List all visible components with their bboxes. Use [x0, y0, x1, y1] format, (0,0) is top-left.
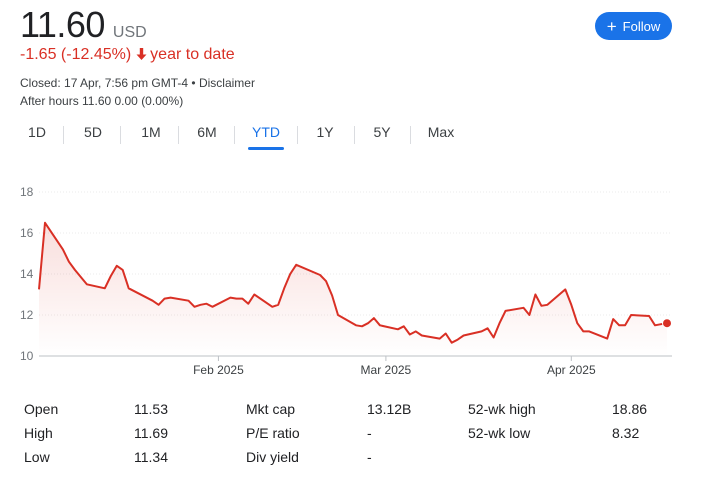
- change-period: year to date: [150, 46, 235, 63]
- x-axis-ticks: Feb 2025 Mar 2025 Apr 2025: [193, 356, 596, 377]
- tab-5d[interactable]: 5D: [83, 124, 103, 152]
- x-tick-label: Apr 2025: [547, 363, 596, 377]
- arrow-down-icon: [136, 47, 147, 63]
- y-tick-label: 12: [20, 308, 34, 322]
- stat-value-high: 11.69: [134, 425, 168, 441]
- tab-ytd[interactable]: YTD: [248, 124, 284, 152]
- stat-value-low: 11.34: [134, 449, 168, 465]
- y-axis-labels: 10 12 14 16 18: [20, 185, 34, 363]
- stat-label-pe-ratio: P/E ratio: [246, 425, 300, 441]
- tab-divider: [178, 126, 179, 144]
- quote-header: 11.60 USD: [20, 4, 147, 46]
- currency-label: USD: [112, 24, 147, 41]
- stat-value-52wk-high: 18.86: [612, 401, 648, 417]
- price-area-fill: [39, 222, 667, 356]
- stat-label-high: High: [24, 425, 53, 441]
- tab-6m[interactable]: 6M: [196, 124, 218, 152]
- follow-label: Follow: [622, 18, 661, 34]
- stat-value-52wk-low: 8.32: [612, 425, 640, 441]
- closed-info: Closed: 17 Apr, 7:56 pm GMT-4 • Disclaim…: [20, 76, 255, 90]
- stat-value-open: 11.53: [134, 401, 168, 417]
- y-tick-label: 10: [20, 349, 34, 363]
- y-tick-label: 14: [20, 267, 34, 281]
- last-price-marker: [662, 318, 672, 329]
- after-hours-info: After hours 11.60 0.00 (0.00%): [20, 94, 184, 108]
- x-tick-label: Feb 2025: [193, 363, 244, 377]
- stat-value-pe-ratio: -: [367, 425, 372, 441]
- follow-button[interactable]: + Follow: [595, 12, 672, 40]
- tab-1m[interactable]: 1M: [140, 124, 162, 152]
- y-tick-label: 16: [20, 226, 34, 240]
- tab-divider: [410, 126, 411, 144]
- tab-1y[interactable]: 1Y: [316, 124, 334, 152]
- current-price: 11.60: [20, 4, 105, 45]
- tab-divider: [63, 126, 64, 144]
- tab-divider: [234, 126, 235, 144]
- plus-icon: +: [606, 16, 617, 36]
- stat-label-div-yield: Div yield: [246, 449, 299, 465]
- y-tick-label: 18: [20, 185, 34, 199]
- stat-label-open: Open: [24, 401, 59, 417]
- tab-divider: [297, 126, 298, 144]
- range-tabs: 1D 5D 1M 6M YTD 1Y 5Y Max: [20, 124, 490, 152]
- tab-divider: [354, 126, 355, 144]
- price-chart[interactable]: 10 12 14 16 18 Feb 2025 Mar 2025 Apr 2025: [0, 180, 721, 380]
- change-value: -1.65 (-12.45%): [20, 46, 132, 63]
- tab-max[interactable]: Max: [427, 124, 455, 152]
- stat-label-low: Low: [24, 449, 50, 465]
- tab-5y[interactable]: 5Y: [373, 124, 391, 152]
- stat-value-div-yield: -: [367, 449, 372, 465]
- stat-label-52wk-low: 52-wk low: [468, 425, 531, 441]
- stat-label-mkt-cap: Mkt cap: [246, 401, 296, 417]
- price-change: -1.65 (-12.45%) year to date: [20, 46, 235, 64]
- tab-divider: [120, 126, 121, 144]
- stat-label-52wk-high: 52-wk high: [468, 401, 536, 417]
- stat-value-mkt-cap: 13.12B: [367, 401, 412, 417]
- x-tick-label: Mar 2025: [361, 363, 412, 377]
- tab-1d[interactable]: 1D: [27, 124, 47, 152]
